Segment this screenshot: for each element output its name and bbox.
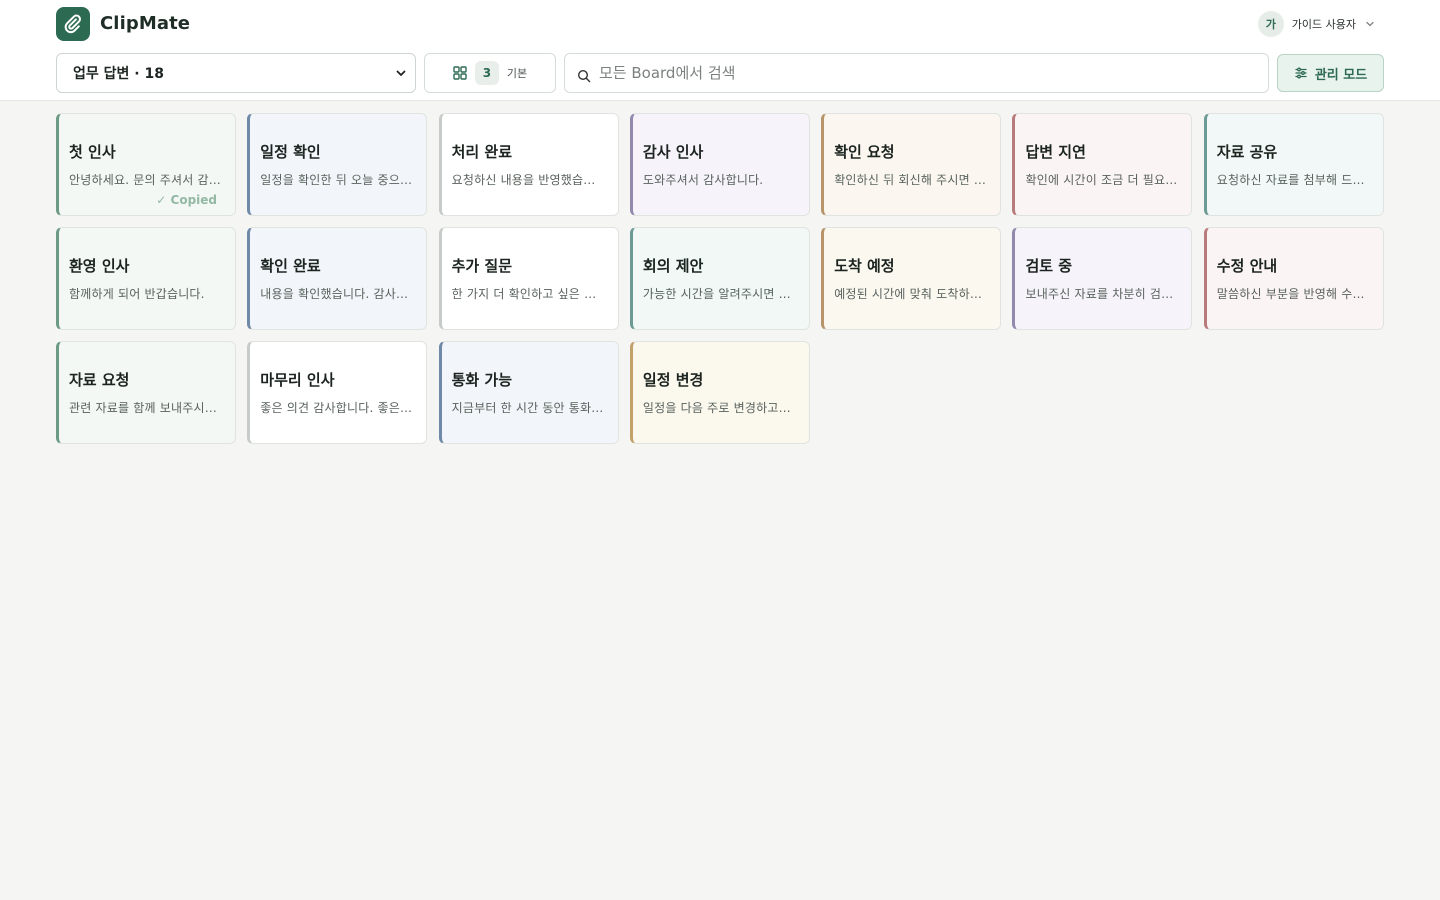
snippet-card[interactable]: 검토 중보내주신 자료를 차분히 검토하고 있습니다. — [1012, 227, 1193, 330]
snippet-title: 답변 지연 — [1025, 143, 1086, 161]
snippet-title: 첫 인사 — [69, 143, 116, 161]
search-icon — [577, 69, 591, 83]
snippet-preview: 함께하게 되어 반갑습니다. — [69, 287, 205, 301]
snippet-preview: 확인에 시간이 조금 더 필요합니다. — [1025, 173, 1179, 187]
snippet-preview: 내용을 확인했습니다. 감사합니다. — [260, 287, 414, 301]
snippet-preview: 안녕하세요. 문의 주셔서 감사합니다. — [69, 173, 223, 187]
snippet-preview: 일정을 다음 주로 변경하고자 합니다. — [642, 401, 797, 415]
snippet-title: 확인 완료 — [260, 257, 321, 275]
board-select[interactable]: 업무 답변 · 18 — [56, 53, 416, 93]
search-box — [564, 53, 1269, 93]
snippet-preview: 지금부터 한 시간 동안 통화 가능합니다. — [451, 401, 606, 415]
snippet-title: 감사 인사 — [642, 143, 704, 161]
snippet-title: 확인 요청 — [834, 143, 895, 161]
snippet-card[interactable]: 환영 인사함께하게 되어 반갑습니다. — [56, 227, 236, 330]
snippet-preview: 좋은 의견 감사합니다. 좋은 하루 되세요. — [260, 401, 415, 415]
snippet-card[interactable]: 확인 요청확인하신 뒤 회신해 주시면 감사하겠습니다. — [821, 113, 1002, 216]
snippet-preview: 확인하신 뒤 회신해 주시면 감사하겠습니다. — [834, 173, 988, 187]
manage-mode-button[interactable]: 관리 모드 — [1277, 54, 1384, 92]
snippet-title: 회의 제안 — [642, 257, 704, 275]
snippet-card[interactable]: 답변 지연확인에 시간이 조금 더 필요합니다. — [1012, 113, 1193, 216]
snippet-title: 일정 변경 — [642, 371, 704, 389]
snippet-title: 처리 완료 — [451, 143, 513, 161]
manage-mode-label: 관리 모드 — [1314, 67, 1368, 83]
snippet-card[interactable]: 통화 가능지금부터 한 시간 동안 통화 가능합니다. — [438, 341, 619, 444]
user-name: 가이드 사용자 — [1291, 17, 1356, 31]
chevron-down-icon — [396, 70, 406, 76]
snippet-title: 수정 안내 — [1216, 257, 1278, 275]
snippet-preview: 요청하신 내용을 반영했습니다. — [451, 173, 606, 187]
snippet-title: 자료 요청 — [69, 371, 130, 389]
snippet-title: 통화 가능 — [451, 371, 513, 389]
snippet-card[interactable]: 처리 완료요청하신 내용을 반영했습니다. — [438, 113, 619, 216]
snippet-card[interactable]: 자료 요청관련 자료를 함께 보내주시면 감사하겠습니다. — [56, 341, 236, 444]
snippet-grid: 첫 인사안녕하세요. 문의 주셔서 감사합니다. ✓ Copied 일정 확인일정을… — [56, 113, 1384, 444]
snippet-preview: 한 가지 더 확인하고 싶은 점이 있습니다. — [451, 287, 606, 301]
sliders-icon — [1295, 67, 1307, 79]
snippet-card[interactable]: 도착 예정예정된 시간에 맞춰 도착하겠습니다. — [821, 227, 1002, 330]
view-mode-label: 기본 — [506, 67, 528, 80]
snippet-title: 마무리 인사 — [260, 371, 335, 389]
snippet-card[interactable]: 일정 확인일정을 확인한 뒤 오늘 중으로 안내드리겠습니다. — [247, 113, 428, 216]
app-name: ClipMate — [100, 13, 191, 34]
snippet-title: 도착 예정 — [834, 257, 895, 275]
grid-view-button[interactable]: 3 기본 — [424, 53, 556, 93]
snippet-card[interactable]: 수정 안내말씀하신 부분을 반영해 수정했습니다. — [1203, 227, 1384, 330]
toolbar: 업무 답변 · 18 3 기본 관리 모드 — [56, 53, 1384, 93]
copied-status-badge: ✓ Copied — [156, 193, 217, 207]
snippet-card[interactable]: 일정 변경일정을 다음 주로 변경하고자 합니다. — [629, 341, 810, 444]
snippet-title: 자료 공유 — [1216, 143, 1278, 161]
snippet-card[interactable]: 회의 제안가능한 시간을 알려주시면 좋겠습니다. — [629, 227, 810, 330]
snippet-preview: 요청하신 자료를 첨부해 드립니다. — [1216, 173, 1371, 187]
snippet-preview: 말씀하신 부분을 반영해 수정했습니다. — [1216, 287, 1371, 301]
user-menu[interactable]: 가 가이드 사용자 — [1257, 10, 1376, 37]
snippet-card[interactable]: 첫 인사안녕하세요. 문의 주셔서 감사합니다. ✓ Copied — [56, 113, 236, 216]
snippet-card[interactable]: 마무리 인사좋은 의견 감사합니다. 좋은 하루 되세요. — [247, 341, 428, 444]
brand[interactable]: ClipMate — [56, 6, 190, 41]
snippet-preview: 도와주셔서 감사합니다. — [642, 173, 764, 187]
snippet-card[interactable]: 자료 공유요청하신 자료를 첨부해 드립니다. — [1203, 113, 1384, 216]
avatar: 가 — [1257, 10, 1284, 37]
chevron-down-icon — [1366, 21, 1374, 26]
snippet-preview: 예정된 시간에 맞춰 도착하겠습니다. — [834, 287, 988, 301]
snippet-title: 검토 중 — [1025, 257, 1073, 275]
board-select-value: 업무 답변 · 18 — [73, 66, 164, 82]
snippet-card[interactable]: 확인 완료내용을 확인했습니다. 감사합니다. — [247, 227, 428, 330]
snippet-preview: 관련 자료를 함께 보내주시면 감사하겠습니다. — [69, 401, 223, 415]
grid-icon — [453, 66, 467, 80]
column-count-badge: 3 — [474, 61, 499, 85]
snippet-preview: 일정을 확인한 뒤 오늘 중으로 안내드리겠습니다. — [260, 173, 414, 187]
snippet-card[interactable]: 감사 인사도와주셔서 감사합니다. — [629, 113, 810, 216]
snippet-card[interactable]: 추가 질문한 가지 더 확인하고 싶은 점이 있습니다. — [438, 227, 619, 330]
snippet-title: 환영 인사 — [69, 257, 130, 275]
snippet-preview: 가능한 시간을 알려주시면 좋겠습니다. — [642, 287, 797, 301]
snippet-preview: 보내주신 자료를 차분히 검토하고 있습니다. — [1025, 287, 1179, 301]
paperclip-logo-icon — [56, 6, 90, 41]
snippet-title: 추가 질문 — [451, 257, 513, 275]
snippet-title: 일정 확인 — [260, 143, 321, 161]
app-header: ClipMate 가 가이드 사용자 업무 답변 · 18 3 기본 모든 Bo… — [0, 0, 1440, 101]
search-input[interactable] — [599, 64, 1268, 82]
